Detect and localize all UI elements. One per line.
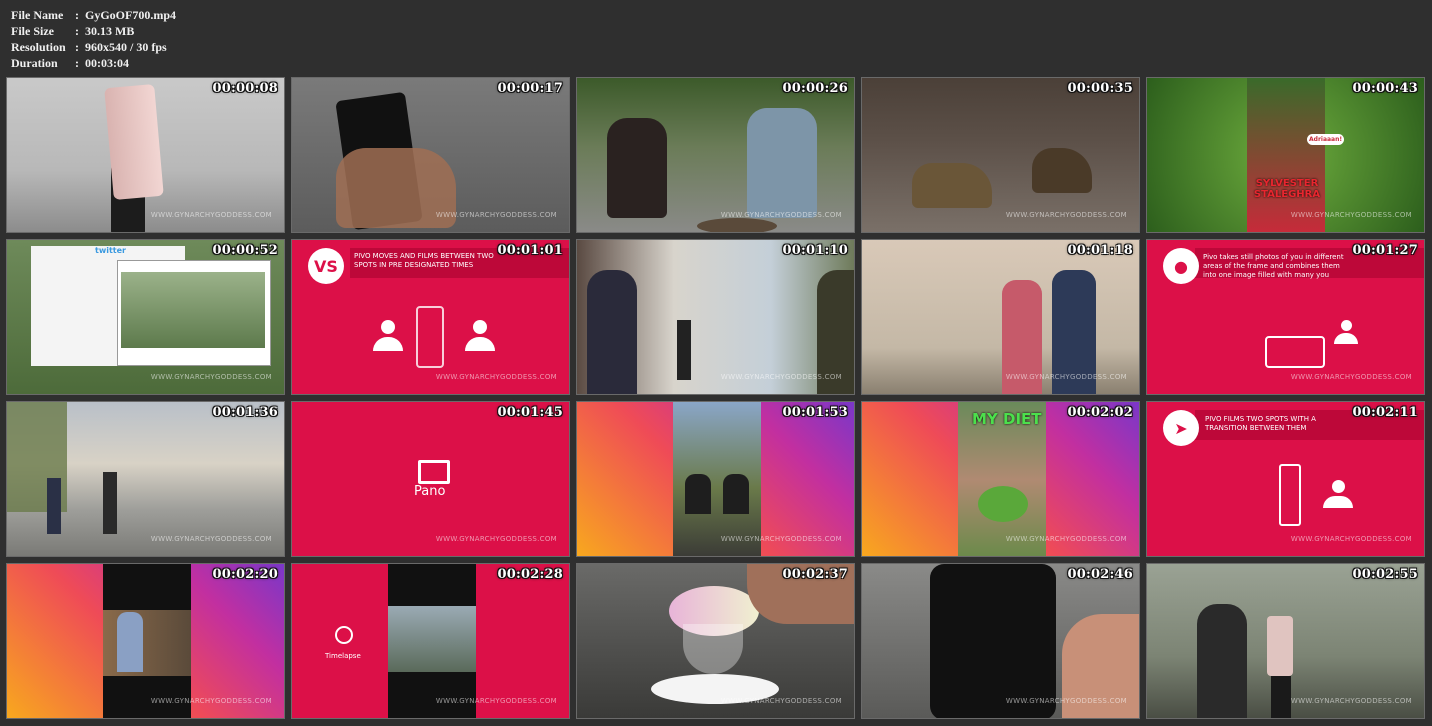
thumbnail-17[interactable]: Timelapse 00:02:28 WWW.GYNARCHYGODDESS.C… (291, 563, 570, 719)
thumbnail-6[interactable]: twitter 00:00:52 WWW.GYNARCHYGODDESS.COM (6, 239, 285, 395)
sticker-text: Adriaaan! (1307, 134, 1345, 145)
timelapse-label: Timelapse (325, 652, 361, 660)
thumbnail-19[interactable]: 00:02:46 WWW.GYNARCHYGODDESS.COM (861, 563, 1140, 719)
timestamp: 00:01:10 (782, 243, 848, 258)
phone-outline-icon (1279, 464, 1301, 526)
watermark: WWW.GYNARCHYGODDESS.COM (720, 697, 842, 705)
thumbnail-9[interactable]: 00:01:18 WWW.GYNARCHYGODDESS.COM (861, 239, 1140, 395)
timestamp: 00:01:27 (1352, 243, 1418, 258)
thumbnail-12[interactable]: Pano 00:01:45 WWW.GYNARCHYGODDESS.COM (291, 401, 570, 557)
thumbnail-1[interactable]: 00:00:08 WWW.GYNARCHYGODDESS.COM (6, 77, 285, 233)
timestamp: 00:01:01 (497, 243, 563, 258)
watermark: WWW.GYNARCHYGODDESS.COM (1005, 373, 1127, 381)
thumbnail-11[interactable]: 00:01:36 WWW.GYNARCHYGODDESS.COM (6, 401, 285, 557)
thumbnail-14[interactable]: MY DIET 00:02:02 WWW.GYNARCHYGODDESS.COM (861, 401, 1140, 557)
timestamp: 00:00:26 (782, 81, 848, 96)
twitter-label: twitter (95, 246, 126, 255)
timestamp: 00:00:17 (497, 81, 563, 96)
watermark: WWW.GYNARCHYGODDESS.COM (1290, 697, 1412, 705)
person-icon (372, 320, 404, 352)
watermark: WWW.GYNARCHYGODDESS.COM (435, 373, 557, 381)
timestamp: 00:02:46 (1067, 567, 1133, 582)
panorama-icon (418, 460, 450, 484)
transition-icon: ➤ (1163, 410, 1199, 446)
thumbnail-10[interactable]: ● Pivo takes still photos of you in diff… (1146, 239, 1425, 395)
feature-caption: PIVO FILMS TWO SPOTS WITH A TRANSITION B… (1205, 415, 1316, 432)
person-cheer-icon (1323, 480, 1353, 510)
watermark: WWW.GYNARCHYGODDESS.COM (150, 697, 272, 705)
watermark: WWW.GYNARCHYGODDESS.COM (720, 535, 842, 543)
thumbnail-15[interactable]: ➤ PIVO FILMS TWO SPOTS WITH A TRANSITION… (1146, 401, 1425, 557)
watermark: WWW.GYNARCHYGODDESS.COM (435, 697, 557, 705)
watermark: WWW.GYNARCHYGODDESS.COM (150, 211, 272, 219)
timestamp: 00:01:53 (782, 405, 848, 420)
thumbnail-16[interactable]: 00:02:20 WWW.GYNARCHYGODDESS.COM (6, 563, 285, 719)
thumbnail-4[interactable]: 00:00:35 WWW.GYNARCHYGODDESS.COM (861, 77, 1140, 233)
watermark: WWW.GYNARCHYGODDESS.COM (1005, 535, 1127, 543)
story-caption: SYLVESTER STALEGHRA (1253, 178, 1321, 200)
phone-outline-icon (416, 306, 444, 368)
vs-logo-icon: VS (308, 248, 344, 284)
watermark: WWW.GYNARCHYGODDESS.COM (435, 211, 557, 219)
timestamp: 00:02:28 (497, 567, 563, 582)
timestamp: 00:02:20 (212, 567, 278, 582)
timestamp: 00:00:08 (212, 81, 278, 96)
thumbnail-20[interactable]: 00:02:55 WWW.GYNARCHYGODDESS.COM (1146, 563, 1425, 719)
timelapse-icon (335, 626, 353, 644)
watermark: WWW.GYNARCHYGODDESS.COM (150, 535, 272, 543)
feature-caption: PIVO MOVES AND FILMS BETWEEN TWO SPOTS I… (354, 252, 494, 269)
thumbnail-grid: 00:00:08 WWW.GYNARCHYGODDESS.COM 00:00:1… (0, 0, 1432, 726)
timestamp: 00:02:11 (1352, 405, 1418, 420)
timestamp: 00:01:45 (497, 405, 563, 420)
timestamp: 00:00:52 (212, 243, 278, 258)
watermark: WWW.GYNARCHYGODDESS.COM (1005, 697, 1127, 705)
thumbnail-18[interactable]: 00:02:37 WWW.GYNARCHYGODDESS.COM (576, 563, 855, 719)
multi-shot-icon: ● (1163, 248, 1199, 284)
watermark: WWW.GYNARCHYGODDESS.COM (150, 373, 272, 381)
thumbnail-2[interactable]: 00:00:17 WWW.GYNARCHYGODDESS.COM (291, 77, 570, 233)
timestamp: 00:00:35 (1067, 81, 1133, 96)
thumbnail-7[interactable]: VS PIVO MOVES AND FILMS BETWEEN TWO SPOT… (291, 239, 570, 395)
thumbnail-8[interactable]: 00:01:10 WWW.GYNARCHYGODDESS.COM (576, 239, 855, 395)
timestamp: 00:01:36 (212, 405, 278, 420)
thumbnail-3[interactable]: 00:00:26 WWW.GYNARCHYGODDESS.COM (576, 77, 855, 233)
timestamp: 00:02:37 (782, 567, 848, 582)
timestamp: 00:02:55 (1352, 567, 1418, 582)
watermark: WWW.GYNARCHYGODDESS.COM (1290, 211, 1412, 219)
watermark: WWW.GYNARCHYGODDESS.COM (1290, 373, 1412, 381)
watermark: WWW.GYNARCHYGODDESS.COM (1005, 211, 1127, 219)
phone-landscape-icon (1265, 336, 1325, 368)
timestamp: 00:00:43 (1352, 81, 1418, 96)
watermark: WWW.GYNARCHYGODDESS.COM (435, 535, 557, 543)
feature-caption: Pivo takes still photos of you in differ… (1203, 253, 1344, 279)
person-icon (1333, 320, 1359, 346)
watermark: WWW.GYNARCHYGODDESS.COM (720, 373, 842, 381)
timestamp: 00:02:02 (1067, 405, 1133, 420)
timestamp: 00:01:18 (1067, 243, 1133, 258)
person-icon (464, 320, 496, 352)
watermark: WWW.GYNARCHYGODDESS.COM (720, 211, 842, 219)
pano-label: Pano (414, 484, 446, 499)
story-caption: MY DIET (972, 410, 1042, 428)
thumbnail-13[interactable]: 00:01:53 WWW.GYNARCHYGODDESS.COM (576, 401, 855, 557)
thumbnail-5[interactable]: Adriaaan! SYLVESTER STALEGHRA 00:00:43 W… (1146, 77, 1425, 233)
watermark: WWW.GYNARCHYGODDESS.COM (1290, 535, 1412, 543)
